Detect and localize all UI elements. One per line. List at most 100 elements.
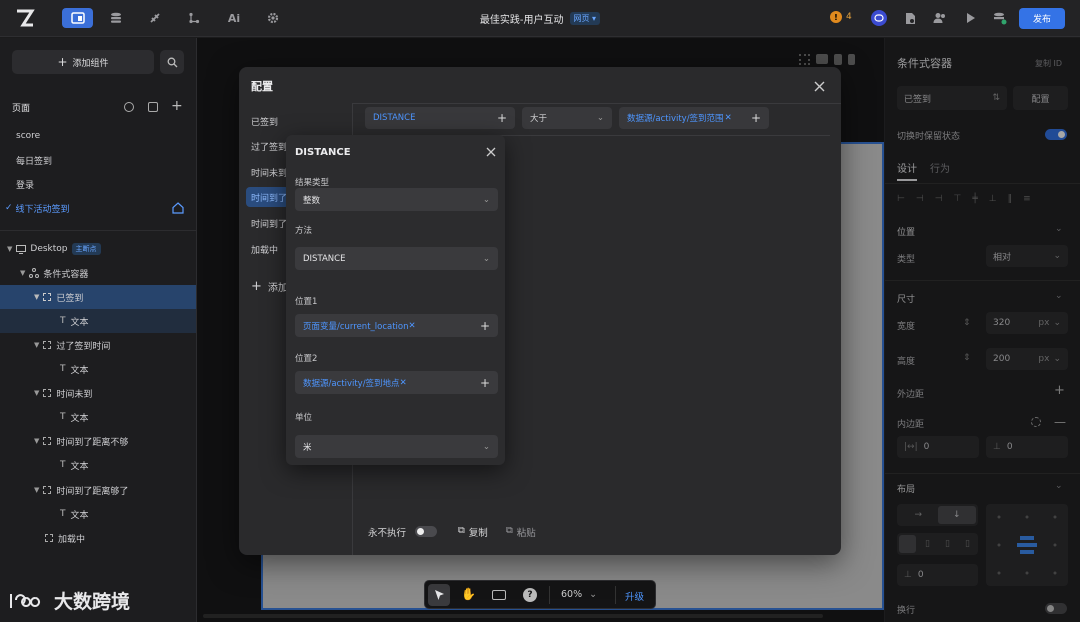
tree-state-signed[interactable]: ▼ 已签到 — [0, 285, 196, 309]
users-icon[interactable] — [929, 8, 951, 28]
method-select[interactable]: DISTANCE ⌄ — [295, 247, 498, 270]
page-title: 最佳实践-用户互动 — [479, 15, 564, 26]
condition-left-operand[interactable]: DISTANCE + — [365, 107, 515, 129]
help-icon[interactable]: ? — [523, 588, 537, 602]
upgrade-link[interactable]: 升级 — [625, 589, 644, 603]
unit-label: 单位 — [295, 413, 313, 423]
position1-value: 页面变量/current_location — [303, 321, 409, 332]
preview-play-icon[interactable] — [960, 8, 982, 28]
page-history-icon[interactable] — [124, 102, 134, 112]
tree-state-not-yet[interactable]: ▼ 时间未到 — [0, 381, 196, 405]
cursor-icon — [434, 590, 444, 600]
remove-x-icon[interactable]: ✕ — [725, 113, 732, 123]
tree-label: 时间到了距离够了 — [56, 486, 129, 497]
page-item-daily-checkin[interactable]: 每日签到 — [0, 148, 196, 172]
never-execute-label: 永不执行 — [368, 528, 407, 539]
publish-button[interactable]: 发布 — [1019, 8, 1065, 29]
zoom-value: 60% — [561, 589, 583, 600]
popover-close-button[interactable] — [486, 147, 496, 157]
expand-arrow-icon: ▼ — [20, 269, 26, 277]
chevron-down-icon: ⌄ — [589, 589, 598, 600]
tree-state-close-enough[interactable]: ▼ 时间到了距离够了 — [0, 478, 196, 502]
home-icon — [172, 202, 184, 214]
tree-text-node[interactable]: T 文本 — [0, 357, 196, 381]
search-button[interactable] — [160, 50, 184, 74]
add-page-icon[interactable]: + — [171, 98, 183, 114]
tree-text-node[interactable]: T 文本 — [0, 502, 196, 526]
add-state-label: 添加 — [267, 282, 288, 294]
tree-text-node[interactable]: T 文本 — [0, 309, 196, 333]
tree-label: 过了签到时间 — [56, 341, 111, 352]
tree-state-missed[interactable]: ▼ 过了签到时间 — [0, 333, 196, 357]
plus-icon: + — [251, 278, 262, 294]
chevron-down-icon: ⌄ — [482, 441, 490, 452]
deploy-status-icon[interactable] — [989, 8, 1011, 28]
never-execute-toggle[interactable] — [415, 526, 437, 537]
position1-field[interactable]: 页面变量/current_location ✕ + — [295, 314, 498, 337]
pages-title: 页面 — [12, 103, 31, 114]
page-type-dropdown[interactable]: 网页 ▾ — [569, 12, 601, 25]
state-box-icon — [45, 534, 53, 542]
remove-x-icon[interactable]: ✕ — [409, 321, 416, 331]
modal-close-button[interactable] — [814, 81, 825, 92]
state-item-too-far[interactable]: 时间到了 — [246, 187, 289, 207]
watermark-text: 大数跨境 — [54, 591, 131, 613]
expand-arrow-icon: ▼ — [34, 341, 40, 349]
remove-x-icon[interactable]: ✕ — [400, 378, 407, 388]
plus-icon[interactable]: + — [480, 319, 490, 333]
paste-button[interactable]: ⧉ 粘贴 — [506, 525, 536, 539]
hand-tool-icon[interactable]: ✋ — [461, 587, 476, 601]
chevron-down-icon: ⌄ — [482, 253, 490, 264]
page-label: score — [16, 131, 41, 141]
condition-right-operand[interactable]: 数据源/activity/签到范围 ✕ + — [619, 107, 769, 129]
tree-label: 文本 — [70, 317, 89, 328]
position2-field[interactable]: 数据源/activity/签到地点 ✕ + — [295, 371, 498, 394]
condition-operator-value: 大于 — [530, 114, 548, 124]
plus-icon: + — [57, 55, 68, 69]
plus-icon[interactable]: + — [751, 111, 761, 125]
state-item-signed[interactable]: 已签到 — [246, 111, 352, 131]
expand-arrow-icon: ▼ — [34, 389, 40, 397]
text-type-icon: T — [60, 364, 66, 374]
chevron-down-icon: ⌄ — [596, 113, 604, 123]
keyboard-icon[interactable] — [492, 590, 506, 600]
tree-desktop[interactable]: ▼ Desktop 主断点 — [0, 237, 196, 261]
tree-state-loading[interactable]: 加载中 — [0, 526, 196, 550]
state-box-icon — [43, 389, 52, 397]
left-panel: + 添加组件 页面 + score 每日签到 登录 ✓ 线下活动签到 ▼ Des… — [0, 38, 197, 622]
result-type-select[interactable]: 整数 ⌄ — [295, 188, 498, 211]
tree-state-too-far[interactable]: ▼ 时间到了距离不够 — [0, 429, 196, 453]
tree-text-node[interactable]: T 文本 — [0, 405, 196, 429]
tree-label: 文本 — [70, 510, 89, 521]
state-item-label: 时间到了 — [251, 219, 288, 230]
close-icon — [486, 147, 496, 157]
select-tool-button[interactable] — [428, 584, 450, 606]
condition-operator-select[interactable]: 大于 ⌄ — [522, 107, 612, 129]
tree-text-node[interactable]: T 文本 — [0, 453, 196, 477]
page-settings-icon[interactable] — [899, 8, 921, 28]
copy-button[interactable]: ⧉ 复制 — [458, 525, 488, 539]
text-type-icon: T — [60, 412, 66, 422]
warnings-indicator[interactable]: ! 4 — [830, 11, 852, 23]
tree-label: 已签到 — [56, 293, 84, 304]
text-type-icon: T — [60, 509, 66, 519]
popover-title: DISTANCE — [295, 147, 351, 158]
unit-value: 米 — [303, 442, 312, 453]
watermark-logo-icon — [10, 593, 41, 608]
plus-icon[interactable]: + — [497, 111, 507, 125]
add-component-button[interactable]: + 添加组件 — [12, 50, 154, 74]
unit-select[interactable]: 米 ⌄ — [295, 435, 498, 458]
add-component-label: 添加组件 — [72, 58, 109, 69]
distance-popover: DISTANCE 结果类型 整数 ⌄ 方法 DISTANCE ⌄ 位置1 页面变… — [286, 135, 505, 465]
page-duplicate-icon[interactable] — [148, 102, 158, 112]
expand-arrow-icon: ▼ — [34, 437, 40, 445]
modal-title: 配置 — [251, 80, 273, 93]
plus-icon[interactable]: + — [480, 376, 490, 390]
page-item-offline-checkin[interactable]: ✓ 线下活动签到 — [0, 196, 196, 220]
zoom-dropdown[interactable]: 60% ⌄ — [561, 589, 597, 600]
state-box-icon — [43, 437, 52, 445]
page-item-score[interactable]: score — [0, 124, 196, 148]
tree-conditional-container[interactable]: ▼ 条件式容器 — [0, 261, 196, 285]
ai-assistant-icon[interactable] — [871, 10, 887, 26]
page-item-login[interactable]: 登录 — [0, 172, 196, 196]
